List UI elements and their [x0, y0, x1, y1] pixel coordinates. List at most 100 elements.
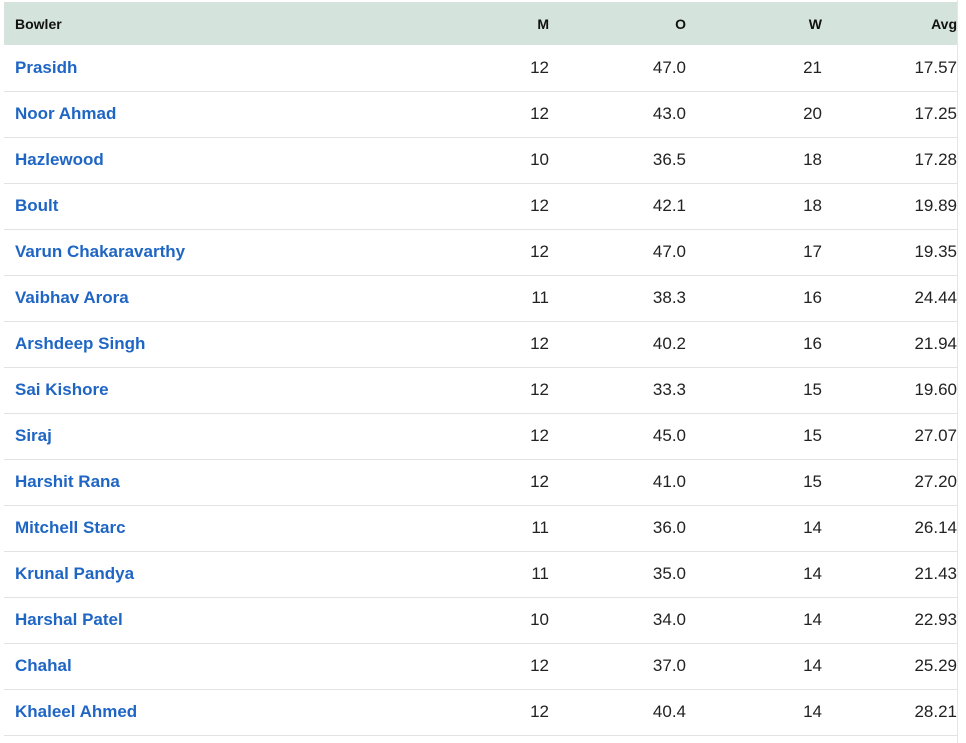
bowler-cell: Noor Ahmad	[4, 91, 415, 137]
average-cell: 22.93	[914, 610, 957, 629]
bowler-link[interactable]: Vaibhav Arora	[15, 288, 129, 307]
matches-cell: 11	[531, 518, 549, 537]
bowler-link[interactable]: Noor Ahmad	[15, 104, 116, 123]
average-cell: 28.21	[914, 702, 957, 721]
bowler-cell: Boult	[4, 183, 415, 229]
wickets-cell: 17	[803, 242, 822, 261]
overs-cell: 34.0	[652, 610, 686, 629]
matches-cell: 10	[530, 150, 549, 169]
bowler-link[interactable]: Mitchell Starc	[15, 518, 126, 537]
header-row: Bowler M O W Avg	[4, 2, 966, 45]
wickets-cell: 14	[803, 518, 822, 537]
table-row: Noor Ahmad 12 43.0 20 17.25	[4, 91, 966, 137]
matches-cell: 12	[530, 104, 549, 123]
wickets-cell: 14	[803, 564, 822, 583]
wickets-cell: 15	[803, 380, 822, 399]
matches-cell: 12	[530, 472, 549, 491]
header-overs[interactable]: O	[549, 2, 686, 45]
table-row: Boult 12 42.1 18 19.89	[4, 183, 966, 229]
bowler-link[interactable]: Hazlewood	[15, 150, 104, 169]
page-edge-divider	[957, 0, 966, 743]
average-cell: 24.44	[914, 288, 957, 307]
matches-cell: 12	[530, 334, 549, 353]
overs-cell: 35.0	[652, 564, 686, 583]
wickets-cell: 14	[803, 610, 822, 629]
bowler-cell: Hazlewood	[4, 137, 415, 183]
table-row: Chahal 12 37.0 14 25.29	[4, 643, 966, 689]
bowler-link[interactable]: Khaleel Ahmed	[15, 702, 137, 721]
average-cell: 25.29	[914, 656, 957, 675]
overs-cell: 42.1	[652, 196, 686, 215]
table-row: Krunal Pandya 11 35.0 14 21.43	[4, 551, 966, 597]
bowler-cell: Harshal Patel	[4, 597, 415, 643]
bowler-link[interactable]: Harshit Rana	[15, 472, 120, 491]
overs-cell: 43.0	[652, 104, 686, 123]
overs-cell: 47.0	[652, 57, 686, 77]
bowler-link[interactable]: Prasidh	[15, 58, 77, 77]
average-cell: 19.60	[914, 380, 957, 399]
bowler-cell: Chahal	[4, 643, 415, 689]
wickets-cell: 16	[803, 334, 822, 353]
header-wickets[interactable]: W	[686, 2, 822, 45]
bowler-cell: Khaleel Ahmed	[4, 689, 415, 735]
table-row: Hazlewood 10 36.5 18 17.28	[4, 137, 966, 183]
bowler-link[interactable]: Varun Chakaravarthy	[15, 242, 185, 261]
table-row: Arshdeep Singh 12 40.2 16 21.94	[4, 321, 966, 367]
bowler-link[interactable]: Krunal Pandya	[15, 564, 134, 583]
table-row: Harshit Rana 12 41.0 15 27.20	[4, 459, 966, 505]
matches-cell: 12	[530, 57, 549, 77]
overs-cell: 33.3	[652, 380, 686, 399]
matches-cell: 10	[530, 610, 549, 629]
table-row: Varun Chakaravarthy 12 47.0 17 19.35	[4, 229, 966, 275]
average-cell: 17.28	[914, 150, 957, 169]
table-body: Prasidh 12 47.0 21 17.57 Noor Ahmad 12 4…	[4, 45, 966, 735]
bowler-link[interactable]: Arshdeep Singh	[15, 334, 145, 353]
average-cell: 19.89	[914, 196, 957, 215]
bowler-cell: Mitchell Starc	[4, 505, 415, 551]
average-cell: 21.94	[914, 334, 957, 353]
bowler-cell: Varun Chakaravarthy	[4, 229, 415, 275]
matches-cell: 12	[530, 426, 549, 445]
table-row: Sai Kishore 12 33.3 15 19.60	[4, 367, 966, 413]
header-bowler[interactable]: Bowler	[4, 2, 415, 45]
matches-cell: 12	[530, 656, 549, 675]
average-cell: 27.07	[914, 426, 957, 445]
overs-cell: 41.0	[652, 472, 686, 491]
table-row: Siraj 12 45.0 15 27.07	[4, 413, 966, 459]
bowler-link[interactable]: Chahal	[15, 656, 72, 675]
bowler-link[interactable]: Sai Kishore	[15, 380, 109, 399]
overs-cell: 47.0	[652, 242, 686, 261]
average-cell: 21.43	[914, 564, 957, 583]
bowler-link[interactable]: Harshal Patel	[15, 610, 123, 629]
table-row: Vaibhav Arora 11 38.3 16 24.44	[4, 275, 966, 321]
overs-cell: 38.3	[652, 288, 686, 307]
matches-cell: 12	[530, 702, 549, 721]
table-row: Mitchell Starc 11 36.0 14 26.14	[4, 505, 966, 551]
bowler-cell: Prasidh	[4, 45, 415, 91]
bowler-cell: Arshdeep Singh	[4, 321, 415, 367]
wickets-cell: 18	[803, 150, 822, 169]
bowling-stats-table-container: Bowler M O W Avg Prasidh 12 47.0 21 17.5…	[4, 2, 966, 736]
bowler-link[interactable]: Siraj	[15, 426, 52, 445]
average-cell: 17.25	[914, 104, 957, 123]
overs-cell: 40.4	[652, 702, 686, 721]
header-matches[interactable]: M	[415, 2, 549, 45]
header-average[interactable]: Avg	[822, 2, 966, 45]
bowler-cell: Krunal Pandya	[4, 551, 415, 597]
bowler-link[interactable]: Boult	[15, 196, 58, 215]
average-cell: 19.35	[914, 242, 957, 261]
bowling-stats-table: Bowler M O W Avg Prasidh 12 47.0 21 17.5…	[4, 2, 966, 736]
table-row: Prasidh 12 47.0 21 17.57	[4, 45, 966, 91]
overs-cell: 40.2	[652, 334, 686, 353]
table-header: Bowler M O W Avg	[4, 2, 966, 45]
matches-cell: 12	[530, 196, 549, 215]
average-cell: 17.57	[914, 57, 957, 77]
matches-cell: 11	[531, 564, 549, 583]
bowler-cell: Sai Kishore	[4, 367, 415, 413]
overs-cell: 37.0	[652, 656, 686, 675]
overs-cell: 45.0	[652, 426, 686, 445]
average-cell: 27.20	[914, 472, 957, 491]
overs-cell: 36.0	[652, 518, 686, 537]
bowler-cell: Vaibhav Arora	[4, 275, 415, 321]
bowler-cell: Siraj	[4, 413, 415, 459]
